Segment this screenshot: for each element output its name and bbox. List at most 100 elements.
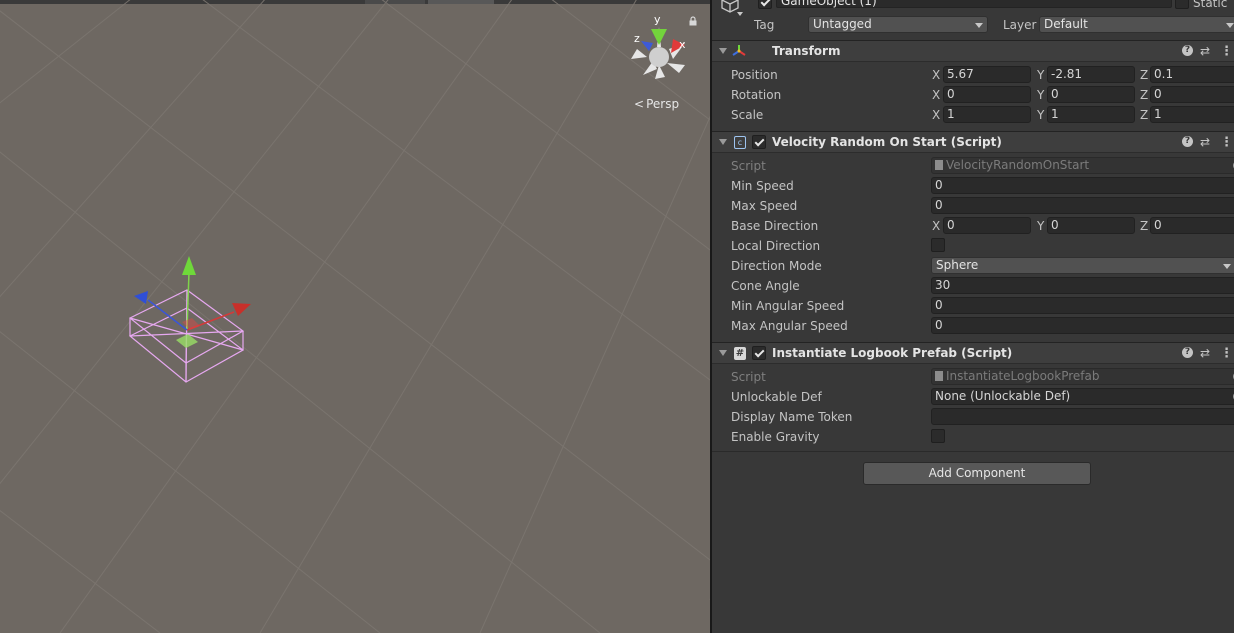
axis-z-label: Z	[1140, 219, 1149, 233]
component-header-icons: ? ⇄ ⋮	[1182, 44, 1234, 60]
logbook-component-header[interactable]: # Instantiate Logbook Prefab (Script) ? …	[712, 342, 1234, 364]
script-label: Script	[731, 159, 766, 173]
rotation-z-field[interactable]: 0	[1150, 86, 1234, 103]
rotation-y-field[interactable]: 0	[1047, 86, 1135, 103]
gizmo-y-label: y	[654, 13, 661, 26]
script-label: Script	[731, 370, 766, 384]
layer-label: Layer	[1003, 18, 1037, 32]
transform-title: Transform	[772, 44, 841, 58]
min-speed-label: Min Speed	[731, 179, 794, 193]
velocity-script-field: VelocityRandomOnStart	[931, 157, 1234, 174]
position-x-field[interactable]: 5.67	[943, 66, 1031, 83]
min-speed-field[interactable]: 0	[931, 177, 1234, 194]
scale-x-field[interactable]: 1	[943, 106, 1031, 123]
gameobject-name-field[interactable]: GameObject (1)	[776, 0, 1172, 8]
script-hash-icon: #	[734, 347, 746, 360]
transform-header[interactable]: Transform ? ⇄ ⋮	[712, 40, 1234, 62]
enable-gravity-label: Enable Gravity	[731, 430, 820, 444]
csharp-script-icon: c	[734, 136, 746, 149]
logbook-title: Instantiate Logbook Prefab (Script)	[772, 346, 1013, 360]
add-component-button[interactable]: Add Component	[863, 462, 1091, 485]
unlockable-def-value: None (Unlockable Def)	[935, 389, 1071, 403]
base-direction-x-field[interactable]: 0	[943, 217, 1031, 234]
display-name-token-label: Display Name Token	[731, 410, 853, 424]
chevron-down-icon	[975, 23, 983, 28]
layer-value: Default	[1044, 17, 1088, 31]
scale-y-field[interactable]: 1	[1047, 106, 1135, 123]
logbook-enabled-checkbox[interactable]	[752, 346, 766, 360]
axis-z-label: Z	[1140, 88, 1149, 102]
scale-z-field[interactable]: 1	[1150, 106, 1234, 123]
preset-icon[interactable]: ⇄	[1200, 135, 1210, 149]
velocity-title: Velocity Random On Start (Script)	[772, 135, 1002, 149]
context-menu-icon[interactable]: ⋮	[1220, 44, 1233, 59]
axis-y-label: Y	[1037, 88, 1045, 102]
velocity-component-header[interactable]: c Velocity Random On Start (Script) ? ⇄ …	[712, 131, 1234, 153]
axis-x-label: X	[932, 219, 941, 233]
cone-angle-label: Cone Angle	[731, 279, 800, 293]
direction-mode-value: Sphere	[936, 258, 979, 272]
chevron-down-icon	[1223, 264, 1231, 269]
context-menu-icon[interactable]: ⋮	[1220, 135, 1233, 150]
projection-label: Persp	[646, 97, 680, 111]
rotation-x-field[interactable]: 0	[943, 86, 1031, 103]
tag-value: Untagged	[813, 17, 872, 31]
unlockable-def-field[interactable]: None (Unlockable Def)	[931, 388, 1234, 405]
gameobject-active-checkbox[interactable]	[758, 0, 772, 9]
direction-mode-dropdown[interactable]: Sphere	[931, 257, 1234, 274]
chevron-down-icon	[1226, 23, 1234, 28]
foldout-arrow-icon[interactable]	[719, 48, 727, 54]
base-direction-y-field[interactable]: 0	[1047, 217, 1135, 234]
lock-icon[interactable]	[688, 16, 698, 26]
logbook-script-field: InstantiateLogbookPrefab	[931, 368, 1234, 385]
velocity-enabled-checkbox[interactable]	[752, 135, 766, 149]
help-icon[interactable]: ?	[1182, 45, 1193, 56]
context-menu-icon[interactable]: ⋮	[1220, 346, 1233, 361]
scene-view[interactable]: y x z < Persp	[0, 0, 710, 633]
enable-gravity-checkbox[interactable]	[931, 429, 945, 443]
icon-dropdown-caret[interactable]	[737, 12, 743, 16]
scale-label: Scale	[731, 108, 764, 122]
static-checkbox[interactable]	[1175, 0, 1189, 9]
inspector-panel: GameObject (1) Static Tag Untagged Layer…	[712, 0, 1234, 633]
logbook-script-value: InstantiateLogbookPrefab	[946, 369, 1100, 383]
axis-z-label: Z	[1140, 108, 1149, 122]
min-angular-speed-label: Min Angular Speed	[731, 299, 845, 313]
display-name-token-field[interactable]	[931, 408, 1234, 425]
script-file-icon	[935, 371, 943, 381]
projection-toggle[interactable]: < Persp	[634, 97, 679, 111]
preset-icon[interactable]: ⇄	[1200, 346, 1210, 360]
gizmo-x-label: x	[679, 38, 686, 51]
min-angular-speed-field[interactable]: 0	[931, 297, 1234, 314]
layer-dropdown[interactable]: Default	[1039, 16, 1234, 33]
component-header-icons: ? ⇄ ⋮	[1182, 135, 1234, 151]
max-speed-field[interactable]: 0	[931, 197, 1234, 214]
orientation-gizmo: y x z	[631, 13, 686, 79]
base-direction-z-field[interactable]: 0	[1150, 217, 1234, 234]
position-y-field[interactable]: -2.81	[1047, 66, 1135, 83]
rotation-label: Rotation	[731, 88, 782, 102]
velocity-script-value: VelocityRandomOnStart	[946, 158, 1090, 172]
max-speed-label: Max Speed	[731, 199, 798, 213]
axis-x-label: X	[932, 68, 941, 82]
max-angular-speed-label: Max Angular Speed	[731, 319, 848, 333]
tag-dropdown[interactable]: Untagged	[808, 16, 988, 33]
foldout-arrow-icon[interactable]	[719, 350, 727, 356]
local-direction-checkbox[interactable]	[931, 238, 945, 252]
unlockable-def-label: Unlockable Def	[731, 390, 822, 404]
axis-y-label: Y	[1037, 219, 1045, 233]
direction-mode-label: Direction Mode	[731, 259, 822, 273]
max-angular-speed-field[interactable]: 0	[931, 317, 1234, 334]
tag-label: Tag	[754, 18, 775, 32]
help-icon[interactable]: ?	[1182, 136, 1193, 147]
help-icon[interactable]: ?	[1182, 347, 1193, 358]
move-tool-gizmo	[134, 256, 251, 348]
position-z-field[interactable]: 0.1	[1150, 66, 1234, 83]
script-file-icon	[935, 160, 943, 170]
axis-x-label: X	[932, 108, 941, 122]
axis-x-label: X	[932, 88, 941, 102]
preset-icon[interactable]: ⇄	[1200, 44, 1210, 58]
scene-grid: y x z	[0, 0, 710, 633]
foldout-arrow-icon[interactable]	[719, 139, 727, 145]
cone-angle-field[interactable]: 30	[931, 277, 1234, 294]
